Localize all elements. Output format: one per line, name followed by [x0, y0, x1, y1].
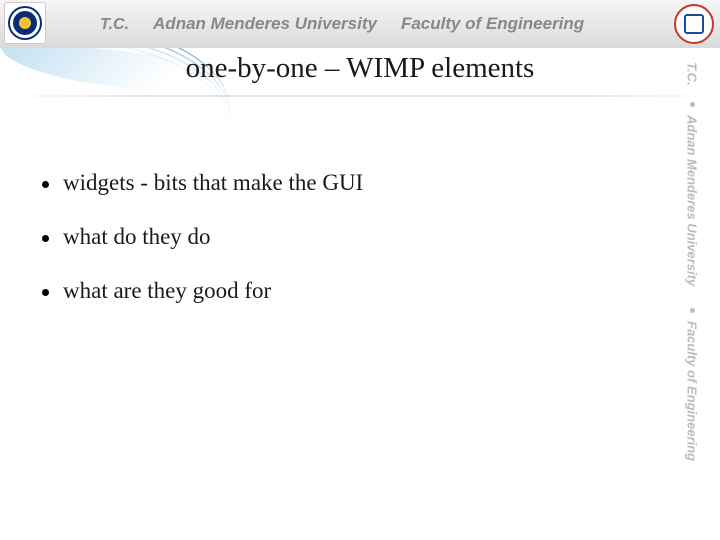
header-bar: T.C. Adnan Menderes University Faculty o… [0, 0, 720, 48]
bullet-text: what do they do [63, 224, 211, 250]
header-university-label: Adnan Menderes University [153, 14, 377, 34]
header-faculty-label: Faculty of Engineering [401, 14, 584, 34]
bullet-icon [42, 181, 49, 188]
bullet-list: widgets - bits that make the GUI what do… [42, 170, 630, 332]
bullet-text: what are they good for [63, 278, 271, 304]
bullet-text: widgets - bits that make the GUI [63, 170, 363, 196]
list-item: widgets - bits that make the GUI [42, 170, 630, 196]
side-dot-icon [690, 308, 695, 313]
list-item: what do they do [42, 224, 630, 250]
side-dot-icon [690, 102, 695, 107]
header-text-group: T.C. Adnan Menderes University Faculty o… [100, 14, 660, 34]
slide-title: one-by-one – WIMP elements [0, 52, 720, 85]
faculty-logo-right [674, 4, 714, 44]
university-logo-left [4, 2, 46, 44]
list-item: what are they good for [42, 278, 630, 304]
bullet-icon [42, 235, 49, 242]
side-university-label: Adnan Menderes University [685, 115, 700, 286]
faculty-emblem-icon [684, 14, 704, 34]
university-emblem-icon [10, 8, 40, 38]
side-faculty-label: Faculty of Engineering [685, 321, 700, 461]
side-watermark: T.C. Adnan Menderes University Faculty o… [674, 62, 710, 530]
header-underline [0, 95, 720, 97]
bullet-icon [42, 289, 49, 296]
header-tc-label: T.C. [100, 16, 129, 34]
